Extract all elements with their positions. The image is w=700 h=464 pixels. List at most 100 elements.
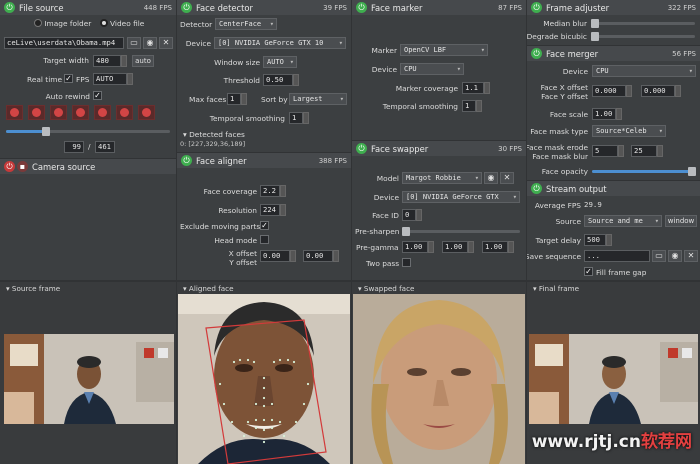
max-faces-input[interactable]: 1 [227, 93, 241, 105]
face-mask-type-select[interactable]: Source*Celeb [592, 125, 666, 137]
threshold-input[interactable]: 0.50 [263, 74, 293, 86]
folder-open-icon[interactable]: ▭ [127, 37, 141, 49]
temporal-smoothing-input[interactable]: 1 [462, 100, 476, 112]
close-icon[interactable]: ✕ [500, 172, 514, 184]
power-icon[interactable]: ⏻ [531, 48, 542, 59]
face-id-input[interactable]: 0 [402, 209, 416, 221]
resolution-input[interactable]: 224 [260, 204, 280, 216]
file-path-input[interactable]: ceLive\userdata\Obama.mp4 [4, 37, 124, 49]
model-select[interactable]: Margot Robbie [402, 172, 482, 184]
fill-frame-gap-checkbox[interactable]: ✓ [584, 267, 593, 276]
marker-coverage-spinner[interactable] [484, 82, 490, 94]
device-select[interactable]: [0] NVIDIA GeForce GTX [402, 191, 520, 203]
face-mask-erode-spinner[interactable] [618, 145, 624, 157]
pre-gamma-g-input[interactable]: 1.00 [442, 241, 468, 253]
pre-gamma-r-input[interactable]: 1.00 [402, 241, 428, 253]
power-icon[interactable]: ⏻ [4, 2, 15, 13]
face-x-offset-input[interactable]: 0.000 [592, 85, 626, 97]
exclude-moving-parts-checkbox[interactable]: ✓ [260, 221, 269, 230]
eye-icon[interactable]: ◉ [668, 250, 682, 262]
final-frame-header[interactable]: ▾ Final frame [527, 282, 700, 294]
pre-gamma-b-input[interactable]: 1.00 [482, 241, 508, 253]
face-x-offset-spinner[interactable] [626, 85, 632, 97]
face-mask-erode-input[interactable]: 5 [592, 145, 618, 157]
target-width-input[interactable]: 480 [93, 55, 121, 67]
temporal-smoothing-spinner[interactable] [476, 100, 482, 112]
target-width-spinner[interactable] [121, 55, 127, 67]
face-opacity-slider[interactable] [592, 167, 696, 176]
resolution-spinner[interactable] [280, 204, 286, 216]
y-offset-spinner[interactable] [333, 250, 339, 262]
device-select[interactable]: CPU [592, 65, 696, 77]
degrade-bicubic-slider[interactable] [591, 32, 695, 41]
detector-select[interactable]: CenterFace [215, 18, 277, 30]
window-button[interactable]: window [665, 215, 697, 227]
auto-button[interactable]: auto [132, 55, 154, 67]
stop-button[interactable] [72, 105, 89, 120]
two-pass-checkbox[interactable] [402, 258, 411, 267]
power-icon[interactable]: ⏻ [181, 155, 192, 166]
y-offset-input[interactable]: 0.00 [303, 250, 333, 262]
max-faces-spinner[interactable] [241, 93, 247, 105]
eye-icon[interactable]: ◉ [143, 37, 157, 49]
close-icon[interactable]: ✕ [159, 37, 173, 49]
face-id-spinner[interactable] [416, 209, 422, 221]
power-icon[interactable]: ⏻ [356, 143, 367, 154]
face-y-offset-spinner[interactable] [675, 85, 681, 97]
median-blur-slider[interactable] [591, 19, 695, 28]
radio-video-file[interactable] [99, 19, 108, 27]
target-delay-input[interactable]: 500 [584, 234, 606, 246]
head-mode-checkbox[interactable] [260, 235, 269, 244]
source-select[interactable]: Source and me [584, 215, 662, 227]
close-icon[interactable]: ✕ [684, 250, 698, 262]
face-coverage-input[interactable]: 2.2 [260, 185, 280, 197]
face-scale-spinner[interactable] [616, 108, 622, 120]
pre-sharpen-slider[interactable] [402, 227, 520, 236]
power-icon[interactable]: ⏻ [531, 183, 542, 194]
last-frame-button[interactable] [116, 105, 133, 120]
power-icon[interactable]: ⏻ [181, 2, 192, 13]
play-button[interactable] [50, 105, 67, 120]
auto-rewind-checkbox[interactable]: ✓ [93, 91, 102, 100]
face-coverage-spinner[interactable] [280, 185, 286, 197]
target-delay-spinner[interactable] [606, 234, 612, 246]
swapped-face-header[interactable]: ▾ Swapped face [352, 282, 526, 294]
source-frame-header[interactable]: ▾ Source frame [0, 282, 176, 294]
pre-gamma-g-spinner[interactable] [468, 241, 474, 253]
marker-select[interactable]: OpenCV LBF [400, 44, 488, 56]
power-icon[interactable]: ⏻ [4, 161, 15, 172]
device-select[interactable]: CPU [400, 63, 464, 75]
next-frame-button[interactable] [94, 105, 111, 120]
prev-frame-button[interactable] [28, 105, 45, 120]
x-offset-input[interactable]: 0.00 [260, 250, 290, 262]
record-button[interactable] [138, 105, 155, 120]
eye-icon[interactable]: ◉ [484, 172, 498, 184]
face-mask-blur-input[interactable]: 25 [631, 145, 657, 157]
fps-input[interactable]: AUTO [93, 73, 127, 85]
marker-coverage-input[interactable]: 1.1 [462, 82, 484, 94]
x-offset-spinner[interactable] [290, 250, 296, 262]
face-y-offset-input[interactable]: 0.000 [641, 85, 675, 97]
frame-seek-slider[interactable] [6, 127, 170, 136]
detected-faces-toggle[interactable]: ▾ Detected faces [183, 130, 245, 139]
temporal-smoothing-input[interactable]: 1 [289, 112, 303, 124]
face-scale-input[interactable]: 1.00 [592, 108, 616, 120]
folder-open-icon[interactable]: ▭ [652, 250, 666, 262]
save-sequence-input[interactable]: ... [584, 250, 650, 262]
pre-gamma-r-spinner[interactable] [428, 241, 434, 253]
window-size-select[interactable]: AUTO [263, 56, 297, 68]
frame-current-input[interactable]: 99 [64, 141, 84, 153]
fps-spinner[interactable] [127, 73, 133, 85]
realtime-checkbox[interactable]: ✓ [64, 74, 73, 83]
power-icon[interactable]: ⏻ [531, 2, 542, 13]
radio-image-folder[interactable] [34, 19, 42, 27]
power-icon[interactable]: ⏻ [356, 2, 367, 13]
first-frame-button[interactable] [6, 105, 23, 120]
temporal-smoothing-spinner[interactable] [303, 112, 309, 124]
pre-gamma-b-spinner[interactable] [508, 241, 514, 253]
sort-by-select[interactable]: Largest [289, 93, 347, 105]
aligned-face-header[interactable]: ▾ Aligned face [177, 282, 351, 294]
face-mask-blur-spinner[interactable] [657, 145, 663, 157]
device-select[interactable]: [0] NVIDIA GeForce GTX 10 [214, 37, 346, 49]
threshold-spinner[interactable] [293, 74, 299, 86]
